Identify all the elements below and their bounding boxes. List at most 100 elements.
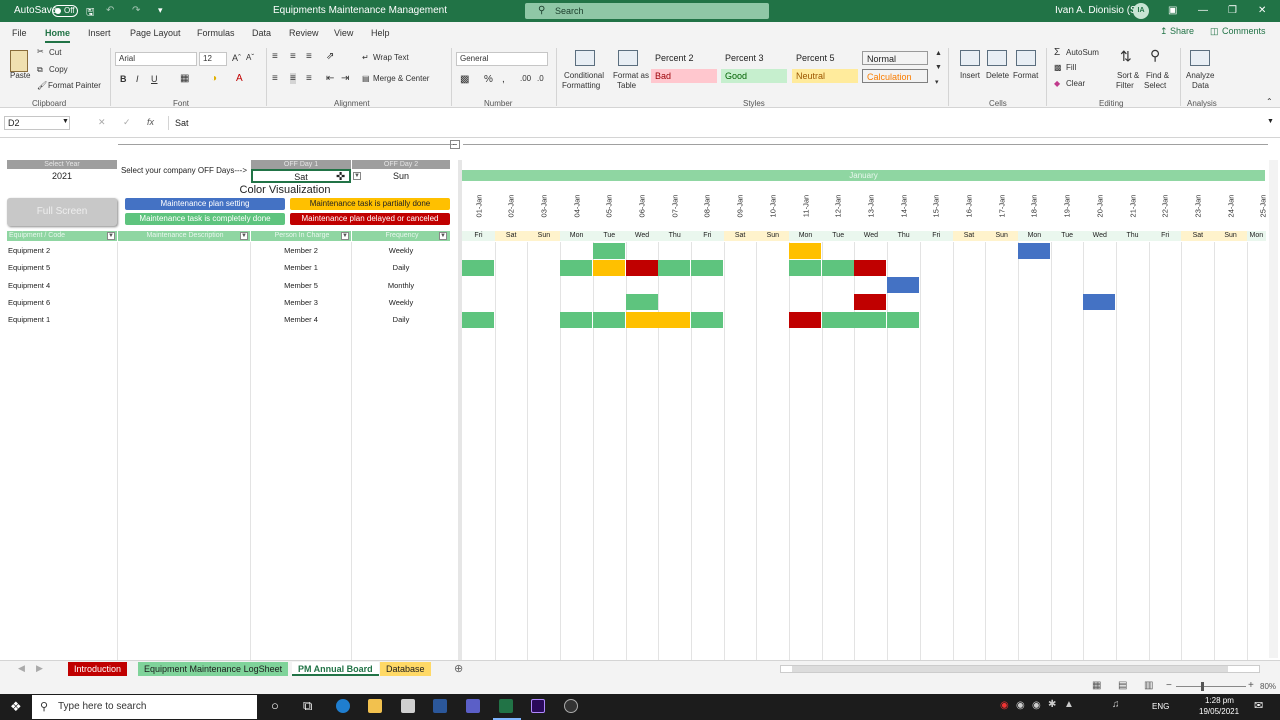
schedule-cell[interactable] (821, 259, 854, 276)
excel-icon[interactable] (499, 699, 513, 713)
autosum-icon[interactable]: Σ (1054, 47, 1060, 58)
bold-icon[interactable]: B (120, 74, 127, 84)
word-icon[interactable] (433, 699, 447, 713)
schedule-cell[interactable] (690, 259, 723, 276)
sheet-tab-logsheet[interactable]: Equipment Maintenance LogSheet (138, 662, 289, 676)
mail-icon[interactable] (401, 699, 415, 713)
person-cell[interactable]: Member 2 (251, 242, 351, 259)
schedule-cell[interactable] (887, 311, 920, 328)
bluetooth-icon[interactable]: ✱ (1048, 699, 1056, 710)
frequency-cell[interactable]: Monthly (352, 277, 450, 294)
redo-icon[interactable]: ↷ (132, 5, 140, 16)
schedule-cell[interactable] (625, 311, 658, 328)
align-bottom-icon[interactable]: ≡ (306, 51, 312, 62)
schedule-cell[interactable] (462, 259, 494, 276)
normal-view-icon[interactable]: ▦ (1092, 680, 1101, 691)
next-sheet-icon[interactable]: ▶ (36, 663, 43, 674)
name-box[interactable]: D2 (4, 116, 70, 130)
find-select-icon[interactable]: ⚲ (1150, 47, 1160, 64)
tab-view[interactable]: View (334, 28, 353, 38)
file-explorer-icon[interactable] (368, 699, 382, 713)
style-normal[interactable]: Normal (862, 51, 928, 65)
tray-app-icon[interactable]: ◉ (1000, 700, 1009, 711)
schedule-cell[interactable] (789, 259, 821, 276)
zoom-slider-thumb[interactable] (1201, 682, 1204, 691)
prev-sheet-icon[interactable]: ◀ (18, 663, 25, 674)
zoom-slider[interactable] (1176, 686, 1246, 687)
cancel-icon[interactable]: ✕ (98, 117, 106, 128)
equipment-cell[interactable]: Equipment 6 (8, 294, 116, 311)
task-view-icon[interactable]: ⧉ (303, 698, 312, 714)
premiere-icon[interactable] (531, 699, 545, 713)
notifications-icon[interactable]: ✉ (1254, 699, 1263, 712)
font-color-icon[interactable]: A (236, 73, 243, 84)
page-layout-view-icon[interactable]: ▤ (1118, 680, 1127, 691)
schedule-cell[interactable] (658, 311, 691, 328)
fill-icon[interactable]: ▩ (1054, 63, 1062, 72)
document-title[interactable]: Equipments Maintenance Management (273, 5, 447, 16)
sort-filter-button-line2[interactable]: Filter (1116, 81, 1134, 90)
tray-app-icon[interactable]: ◉ (1016, 700, 1025, 711)
collapse-group-button[interactable]: − (450, 140, 460, 149)
comma-icon[interactable]: , (502, 74, 505, 85)
enter-icon[interactable]: ✓ (123, 117, 131, 128)
clear-button[interactable]: Clear (1066, 79, 1085, 88)
merge-icon[interactable]: ▤ (362, 74, 370, 83)
styles-scroll-down-icon[interactable]: ▼ (935, 64, 942, 71)
styles-scroll-up-icon[interactable]: ▲ (935, 50, 942, 57)
increase-decimal-icon[interactable]: .00 (520, 74, 531, 83)
align-center-icon[interactable]: ≡ (290, 73, 296, 84)
borders-icon[interactable]: ▦ (180, 73, 189, 84)
restore-icon[interactable]: ❐ (1228, 5, 1237, 16)
number-format-select[interactable]: General (456, 52, 548, 66)
style-calculation[interactable]: Calculation (862, 69, 928, 83)
clock-date[interactable]: 19/05/2021 (1199, 707, 1239, 716)
zoom-level[interactable]: 80% (1260, 682, 1276, 691)
orientation-icon[interactable]: ⇗ (326, 51, 334, 62)
input-language[interactable]: ENG (1152, 702, 1169, 711)
tab-data[interactable]: Data (252, 28, 271, 38)
schedule-cell[interactable] (625, 294, 658, 311)
fill-color-icon[interactable]: ◑ (211, 73, 217, 84)
delete-cells-icon[interactable] (987, 50, 1007, 66)
schedule-cell[interactable] (625, 259, 658, 276)
copy-button[interactable]: Copy (49, 65, 68, 74)
style-good[interactable]: Good (721, 69, 787, 83)
cut-button[interactable]: Cut (49, 48, 61, 57)
sort-filter-button[interactable]: Sort & (1117, 71, 1139, 80)
format-painter-button[interactable]: Format Painter (48, 81, 101, 90)
comments-button[interactable]: Comments (1222, 26, 1266, 36)
schedule-cell[interactable] (789, 311, 821, 328)
format-cells-icon[interactable] (1016, 50, 1036, 66)
schedule-cell[interactable] (821, 311, 854, 328)
tab-home[interactable]: Home (45, 28, 71, 43)
zoom-in-icon[interactable]: + (1248, 680, 1254, 691)
full-screen-button[interactable]: Full Screen (7, 198, 117, 226)
equipment-cell[interactable]: Equipment 2 (8, 242, 116, 259)
decrease-indent-icon[interactable]: ⇤ (326, 73, 334, 84)
schedule-cell[interactable] (658, 259, 691, 276)
collapse-ribbon-icon[interactable]: ⌃ (1266, 97, 1273, 106)
insert-cells-button[interactable]: Insert (960, 71, 980, 80)
style-neutral[interactable]: Neutral (792, 69, 858, 83)
sheet-tab-pm-annual-board[interactable]: PM Annual Board (292, 662, 379, 676)
customize-qat-icon[interactable]: ▾ (158, 5, 163, 16)
increase-font-icon[interactable]: Aˆ (232, 53, 241, 63)
filter-frequency-icon[interactable]: ▼ (439, 232, 447, 240)
clock-time[interactable]: 1:28 pm (1205, 696, 1234, 705)
zoom-out-icon[interactable]: − (1166, 680, 1172, 691)
style-bad[interactable]: Bad (651, 69, 717, 83)
decrease-font-icon[interactable]: Aˇ (246, 53, 254, 62)
schedule-cell[interactable] (854, 259, 887, 276)
conditional-formatting-button-line2[interactable]: Formatting (562, 81, 600, 90)
horizontal-scroll-thumb[interactable] (792, 666, 1228, 672)
teams-icon[interactable] (466, 699, 480, 713)
tab-review[interactable]: Review (289, 28, 319, 38)
equipment-cell[interactable]: Equipment 1 (8, 311, 116, 328)
tab-formulas[interactable]: Formulas (197, 28, 235, 38)
schedule-cell[interactable] (462, 311, 494, 328)
filter-equipment-icon[interactable]: ▼ (107, 232, 115, 240)
merge-center-button[interactable]: Merge & Center (373, 74, 429, 83)
cut-icon[interactable]: ✂ (37, 47, 44, 56)
equipment-cell[interactable]: Equipment 4 (8, 277, 116, 294)
